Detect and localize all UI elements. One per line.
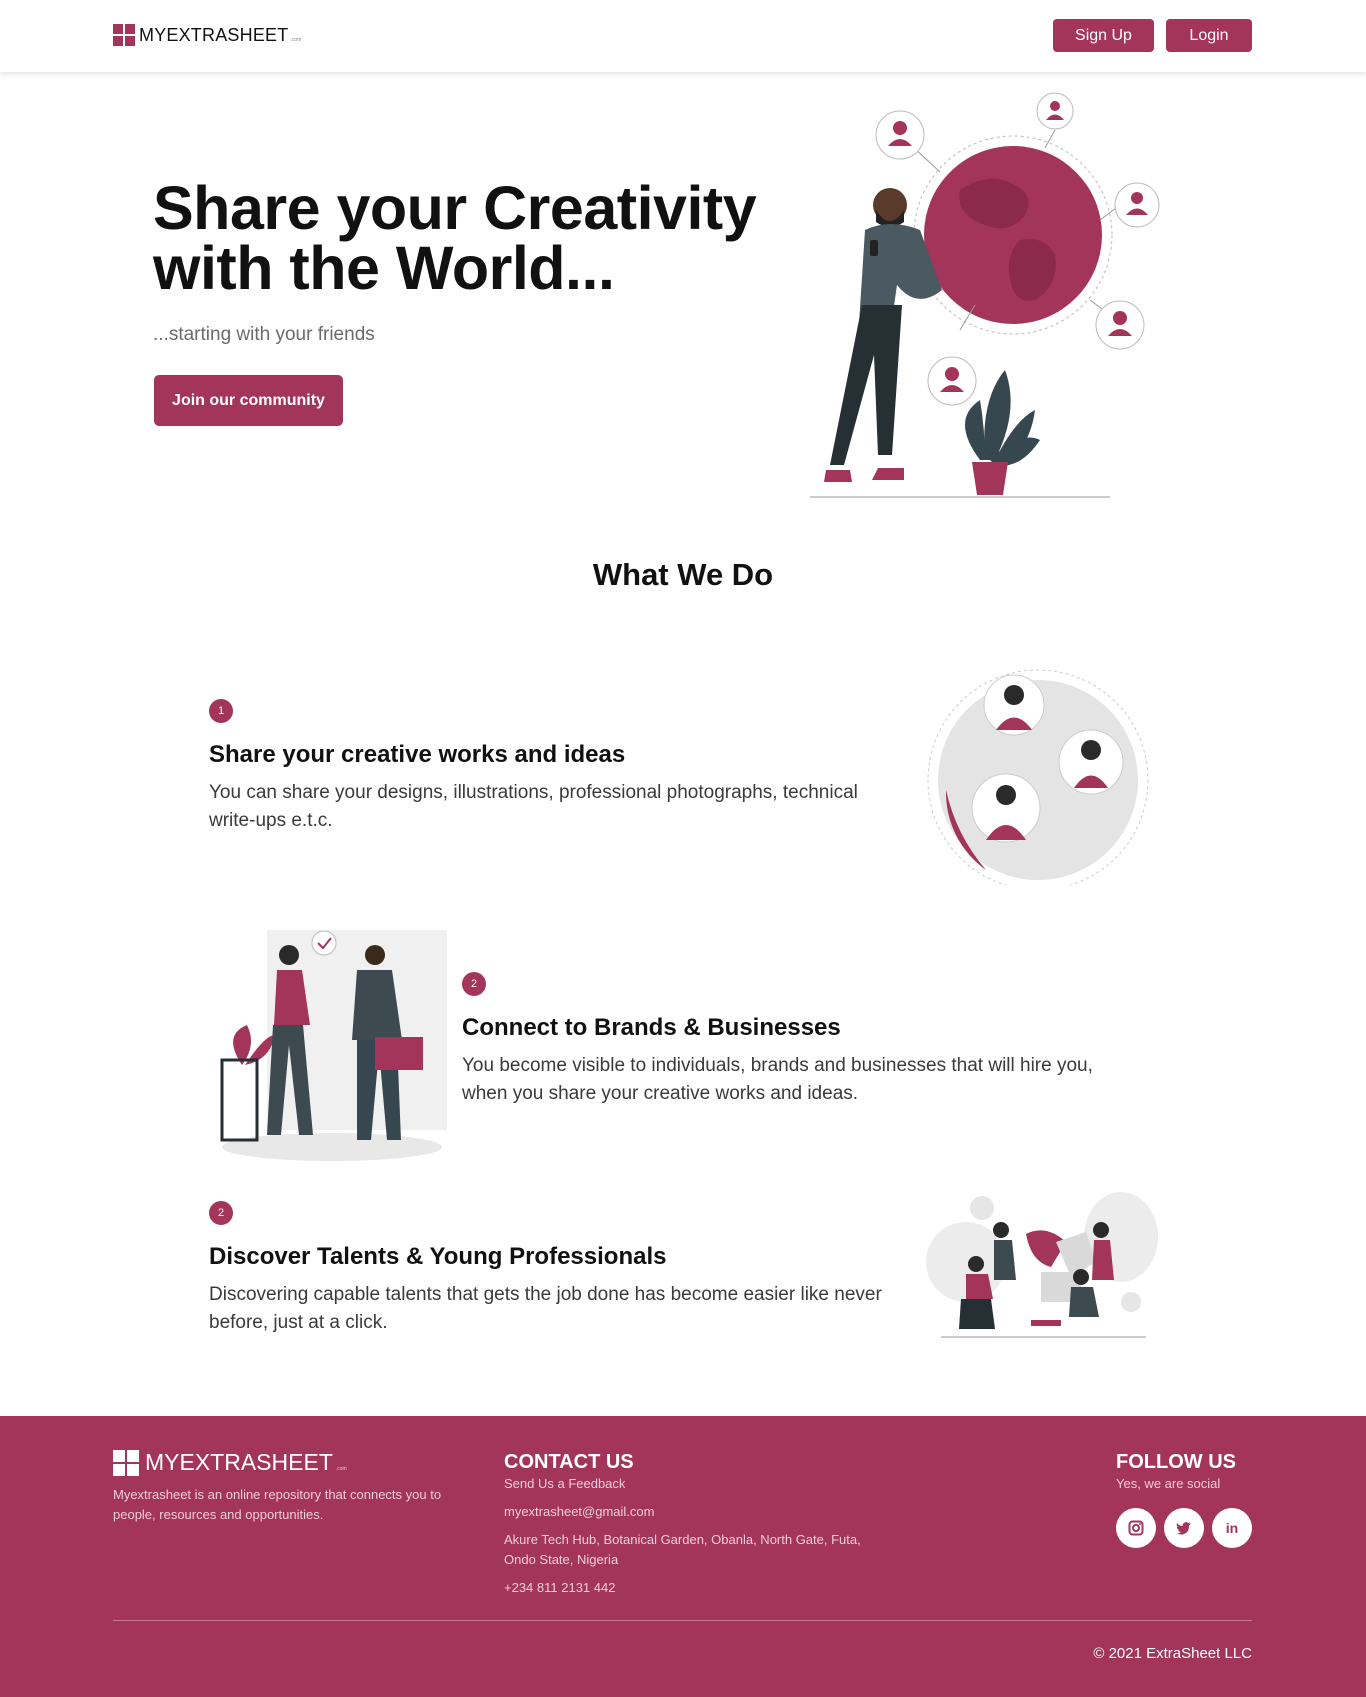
user-avatar-icon: [875, 110, 925, 160]
feature-description: You become visible to individuals, brand…: [462, 1055, 1093, 1104]
instagram-icon[interactable]: [1116, 1508, 1156, 1548]
feature-number-badge: 1: [209, 699, 233, 723]
feature-number-badge: 2: [209, 1201, 233, 1225]
follow-tagline: Yes, we are social: [1116, 1476, 1221, 1491]
feature-description: You can share your designs, illustration…: [209, 782, 858, 831]
logo-mark-icon: [113, 1449, 139, 1476]
feature-title: Connect to Brands & Businesses: [462, 1014, 841, 1041]
follow-section: FOLLOW US Yes, we are social in: [1116, 1451, 1276, 1548]
feature-title: Share your creative works and ideas: [209, 741, 626, 768]
feature-share-works: 1 Share your creative works and ideas Yo…: [209, 699, 899, 835]
contact-phone[interactable]: +234 811 2131 442: [504, 1578, 864, 1598]
contact-heading: CONTACT US: [504, 1451, 634, 1473]
what-we-do-heading: What We Do: [592, 557, 774, 592]
feature-discover-talents: 2 Discover Talents & Young Professionals…: [209, 1201, 889, 1337]
user-avatar-icon: [1036, 92, 1074, 130]
top-navbar: MYEXTRASHEET .com Sign Up Login: [0, 0, 1366, 72]
footer-divider: [113, 1620, 1252, 1621]
logo-mark-icon: [113, 24, 135, 46]
feature-number-badge: 2: [462, 972, 486, 996]
follow-heading: FOLLOW US: [1116, 1451, 1236, 1473]
twitter-icon[interactable]: [1164, 1508, 1204, 1548]
hero-title: Share your Creativity with the World...: [153, 174, 757, 302]
brand-logo[interactable]: MYEXTRASHEET .com: [113, 24, 301, 46]
feature-title: Discover Talents & Young Professionals: [209, 1243, 667, 1270]
hero-subtitle: ...starting with your friends: [153, 324, 375, 345]
linkedin-icon[interactable]: in: [1212, 1508, 1252, 1548]
copyright-text: © 2021 ExtraSheet LLC: [1093, 1645, 1252, 1662]
feature-description: Discovering capable talents that gets th…: [209, 1284, 882, 1333]
feedback-link[interactable]: Send Us a Feedback: [504, 1474, 864, 1494]
footer-logo-suffix: .com: [335, 1465, 347, 1472]
contact-email-link[interactable]: myextrasheet@gmail.com: [504, 1502, 864, 1522]
handshake-illustration: [220, 930, 447, 1161]
footer-logo[interactable]: MYEXTRASHEET .com: [113, 1449, 347, 1476]
logo-suffix: .com: [290, 37, 302, 43]
contact-address: Akure Tech Hub, Botanical Garden, Obanla…: [504, 1532, 861, 1567]
site-footer: MYEXTRASHEET .com Myextrasheet is an onl…: [0, 1416, 1366, 1697]
login-button[interactable]: Login: [1166, 19, 1252, 52]
footer-logo-text: MYEXTRASHEET: [145, 1449, 333, 1475]
potted-plant: [965, 370, 1040, 495]
teamwork-puzzle-illustration: [926, 1192, 1158, 1338]
hero-illustration: [810, 92, 1160, 498]
user-avatar-icon: [1114, 182, 1160, 228]
user-avatar-icon: [1095, 300, 1145, 350]
signup-button[interactable]: Sign Up: [1053, 19, 1154, 52]
contact-section: CONTACT US Send Us a Feedback myextrashe…: [504, 1451, 864, 1598]
creatives-globe-illustration: [927, 669, 1149, 885]
logo-text: MYEXTRASHEET: [139, 24, 289, 45]
social-links: in: [1116, 1508, 1276, 1548]
footer-about-text: Myextrasheet is an online repository tha…: [113, 1487, 442, 1522]
user-avatar-icon: [927, 356, 977, 406]
join-community-button[interactable]: Join our community: [154, 375, 343, 426]
feature-connect-brands: 2 Connect to Brands & Businesses You bec…: [462, 972, 1142, 1108]
